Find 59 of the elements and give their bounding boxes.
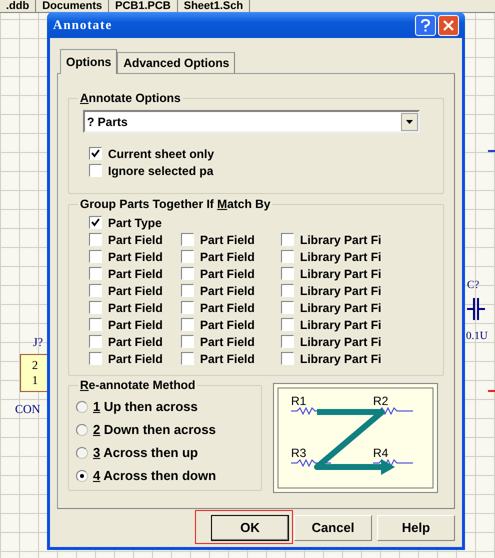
checkbox[interactable]: Library Part Fi (281, 299, 411, 316)
radio-option[interactable]: 1 Up then across (76, 395, 262, 418)
checkbox[interactable]: Part Field (89, 248, 181, 265)
pin-number: 2 (32, 358, 38, 373)
checkbox[interactable]: Part Field (181, 231, 281, 248)
annotation-order-drawing: R1 R2 R3 R4 (277, 387, 434, 489)
checkbox[interactable]: Library Part Fi (281, 350, 411, 367)
checkmark-icon (91, 149, 100, 158)
checkmark-icon (91, 218, 100, 227)
checkbox[interactable]: Part Field (181, 333, 281, 350)
checkbox[interactable]: Part Field (181, 350, 281, 367)
checkbox[interactable]: Library Part Fi (281, 231, 411, 248)
checkbox[interactable]: Library Part Fi (281, 333, 411, 350)
component-value: 0.1U (466, 329, 488, 344)
component-value: CON (15, 401, 40, 418)
radio-option[interactable]: 3 Across then up (76, 441, 262, 464)
close-icon[interactable] (438, 14, 459, 36)
checkbox[interactable]: Library Part Fi (281, 265, 411, 282)
checkbox[interactable]: Library Part Fi (281, 248, 411, 265)
checkbox[interactable]: Library Part Fi (281, 316, 411, 333)
radio-button[interactable] (76, 400, 88, 412)
radio-option[interactable]: 2 Down then across (76, 418, 262, 441)
dropdown-arrow-icon (406, 120, 413, 124)
dialog-button[interactable]: Help (377, 515, 455, 541)
capacitor-icon (467, 296, 485, 322)
group-title: Group Parts Together If Match By (80, 197, 270, 211)
radio-button[interactable] (76, 470, 88, 482)
checkbox[interactable]: Part Field (89, 231, 181, 248)
checkbox[interactable]: Part Field (89, 282, 181, 299)
checkbox[interactable]: Ignore selected pa (89, 162, 429, 179)
tab[interactable]: Options (60, 49, 118, 74)
dialog-button[interactable]: Cancel (294, 515, 372, 541)
pin-number: 1 (32, 373, 38, 388)
designator-label: J? (33, 334, 43, 351)
checkbox[interactable]: Part Field (181, 265, 281, 282)
checkbox[interactable]: Part Field (181, 316, 281, 333)
tab[interactable]: Advanced Options (117, 52, 236, 73)
checkbox[interactable]: Part Field (89, 350, 181, 367)
checkbox[interactable]: Part Field (181, 282, 281, 299)
group-title: Annotate Options (80, 91, 181, 105)
radio-button[interactable] (76, 446, 88, 458)
checkbox[interactable]: Part Type (89, 214, 444, 231)
dialog-button[interactable]: OK (211, 515, 289, 541)
parts-select[interactable]: ? Parts (83, 110, 420, 133)
checkbox[interactable]: Part Field (89, 333, 181, 350)
checkbox[interactable]: Part Field (89, 299, 181, 316)
group-title: Re-annotate Method (80, 378, 196, 392)
designator-label: C? (467, 278, 480, 293)
checkbox[interactable]: Current sheet only (89, 145, 429, 162)
help-icon[interactable] (415, 14, 436, 36)
checkbox[interactable]: Library Part Fi (281, 282, 411, 299)
document-tab[interactable]: .ddb (0, 0, 36, 12)
window-title: Annotate (53, 16, 114, 34)
checkbox[interactable]: Part Field (89, 265, 181, 282)
checkbox[interactable]: Part Field (181, 248, 281, 265)
radio-button[interactable] (76, 424, 88, 436)
radio-option[interactable]: 4 Across then down (76, 464, 262, 487)
checkbox[interactable]: Part Field (181, 299, 281, 316)
checkbox[interactable]: Part Field (89, 316, 181, 333)
